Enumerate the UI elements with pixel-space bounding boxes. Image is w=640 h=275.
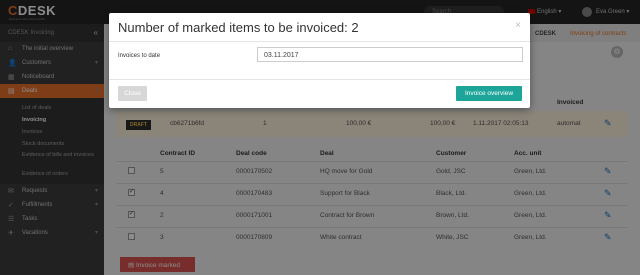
invoice-overview-button[interactable]: Invoice overview bbox=[456, 86, 522, 101]
invoice-date-label: Invoices to date bbox=[118, 53, 161, 59]
divider bbox=[109, 41, 530, 42]
dialog-title: Number of marked items to be invoiced: 2 bbox=[118, 20, 359, 35]
close-button[interactable]: Close bbox=[118, 86, 147, 101]
invoice-dialog: Number of marked items to be invoiced: 2… bbox=[109, 13, 530, 108]
invoice-date-input[interactable]: 03.11.2017 bbox=[257, 47, 523, 62]
divider bbox=[109, 79, 530, 80]
close-icon[interactable]: × bbox=[515, 20, 521, 31]
